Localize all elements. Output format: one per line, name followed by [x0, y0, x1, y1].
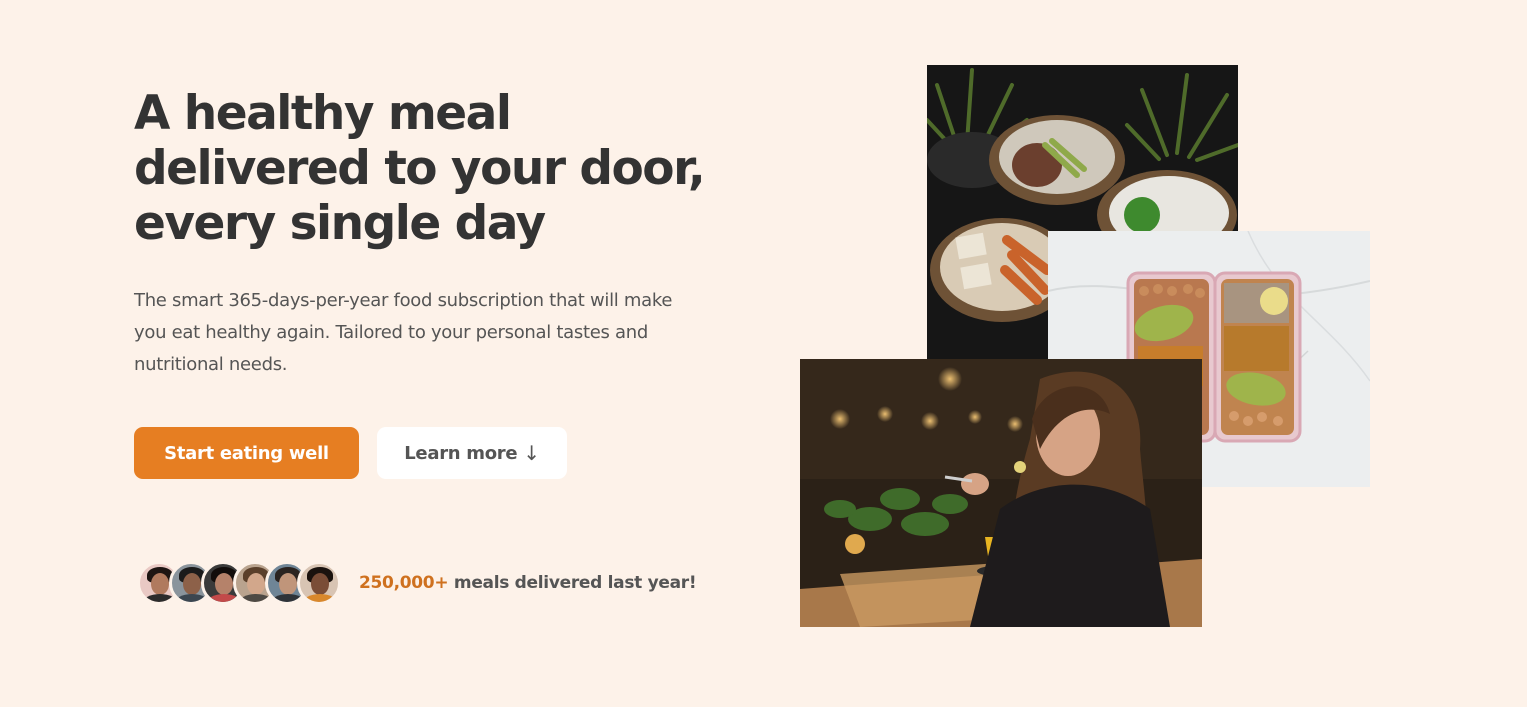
hero-description: The smart 365-days-per-year food subscri…: [134, 290, 673, 375]
hero-title: A healthy meal delivered to your door, e…: [134, 86, 706, 251]
woman-eating-image: [800, 359, 1202, 627]
delivered-meals-text: 250,000+ meals delivered last year!: [359, 573, 697, 593]
learn-more-label: Learn more: [404, 442, 518, 464]
learn-more-button[interactable]: Learn more ↓: [377, 427, 567, 479]
customer-avatars: [137, 561, 341, 605]
meals-caption: meals delivered last year!: [453, 573, 697, 593]
hero-text-box: A healthy meal delivered to your door, e…: [134, 86, 734, 381]
start-eating-well-button[interactable]: Start eating well: [134, 427, 359, 479]
cta-buttons: Start eating well Learn more ↓: [134, 427, 567, 479]
delivered-meals: 250,000+ meals delivered last year!: [137, 561, 697, 605]
arrow-down-icon: ↓: [523, 441, 540, 465]
avatar: [297, 561, 341, 605]
meals-count: 250,000+: [359, 573, 449, 593]
